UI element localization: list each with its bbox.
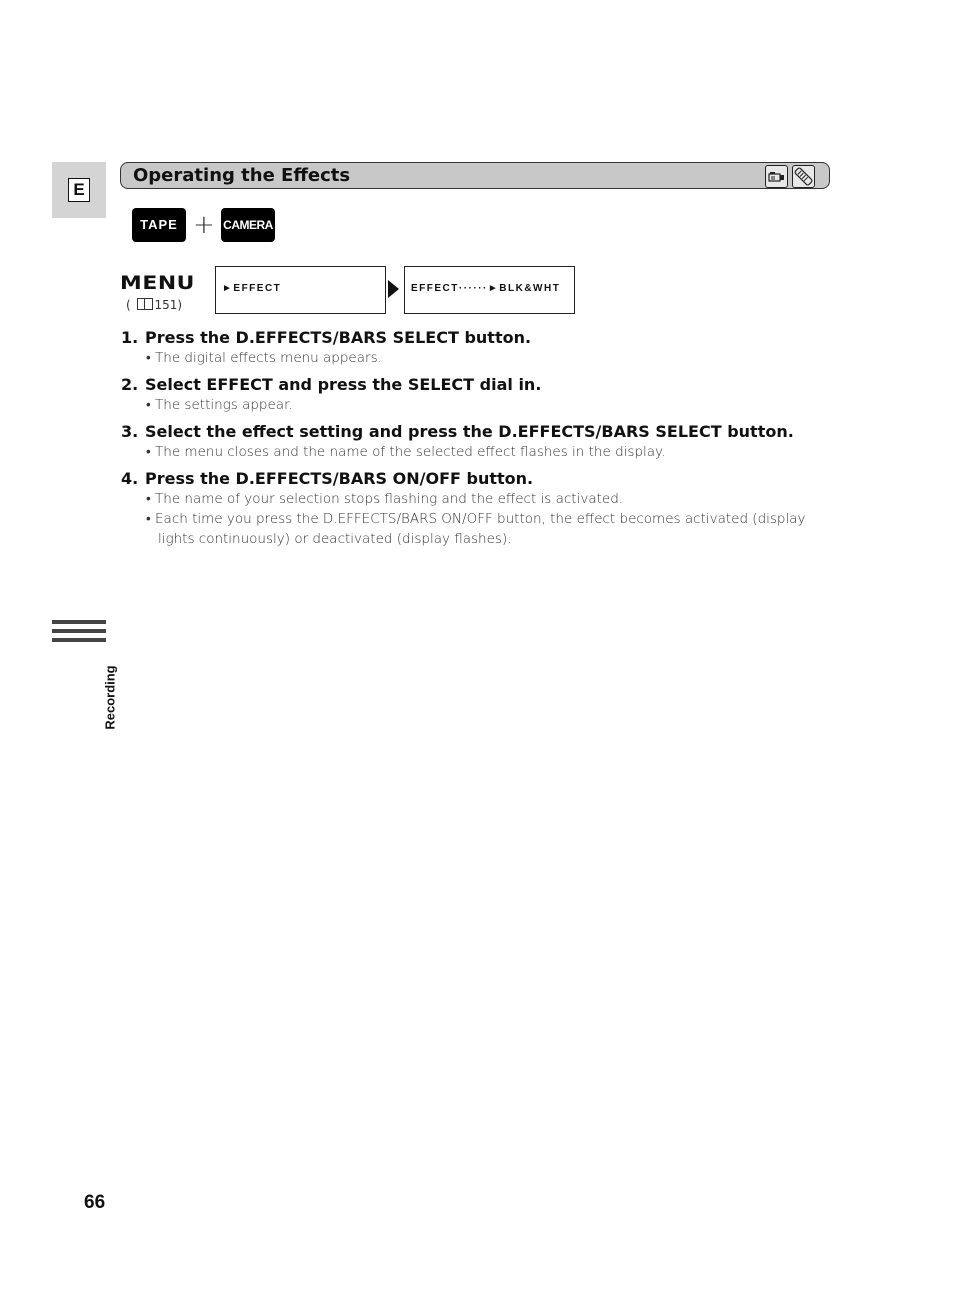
tape-mode-badge: TAPE [132, 208, 186, 242]
step-number: 1. [121, 328, 139, 347]
step-text: Press the D.EFFECTS/BARS SELECT button. [145, 328, 532, 347]
chapter-bar [52, 620, 106, 624]
section-title-bar: Operating the Effects [120, 162, 830, 189]
remote-control-icon [792, 165, 815, 188]
menu-label: MENU [120, 272, 196, 294]
bullet-text: Each time you press the D.EFFECTS/BARS O… [155, 511, 806, 547]
step-number: 3. [121, 422, 139, 441]
step-heading: 4. Press the D.EFFECTS/BARS ON/OFF button… [121, 469, 821, 489]
step-bullet: • The digital effects menu appears. [146, 350, 382, 366]
step-number: 2. [121, 375, 139, 394]
step-number: 4. [121, 469, 139, 488]
bullet-text: The name of your selection stops flashin… [155, 491, 624, 507]
step-4: 4. Press the D.EFFECTS/BARS ON/OFF button… [121, 469, 821, 549]
section-title: Operating the Effects [133, 165, 351, 186]
bullet-text: The settings appear. [155, 397, 293, 413]
page-number: 66 [84, 1192, 106, 1213]
menu-page-reference: ( 151) [126, 298, 182, 312]
arrow-right-icon [388, 280, 399, 298]
step-bullet: • Each time you press the D.EFFECTS/BARS… [146, 511, 806, 547]
chapter-bar [52, 629, 106, 633]
step-heading: 2. Select EFFECT and press the SELECT dia… [121, 375, 821, 395]
plus-sign: + [193, 210, 215, 240]
camcorder-icon [765, 165, 788, 188]
ref-page-number: 151) [154, 298, 183, 312]
book-icon [136, 298, 153, 310]
step-heading: 1. Press the D.EFFECTS/BARS SELECT button… [121, 328, 821, 348]
menu-screen-2: EFFECT······►BLK&WHT [404, 266, 575, 314]
camera-mode-badge: CAMERA [221, 208, 275, 242]
step-1: 1. Press the D.EFFECTS/BARS SELECT button… [121, 328, 821, 368]
menu-screen-1-text: ►EFFECT [222, 283, 282, 294]
step-bullet: • The menu closes and the name of the se… [146, 444, 666, 460]
steps-list: 1. Press the D.EFFECTS/BARS SELECT button… [121, 328, 821, 556]
chapter-marker [52, 620, 106, 647]
step-text: Select EFFECT and press the SELECT dial … [145, 375, 542, 394]
step-3: 3. Select the effect setting and press th… [121, 422, 821, 462]
step-bullet: • The name of your selection stops flash… [146, 491, 624, 507]
bullet-text: The digital effects menu appears. [155, 350, 382, 366]
ref-open-paren: ( [126, 298, 131, 312]
menu-screen-1: ►EFFECT [215, 266, 386, 314]
chapter-label: Recording [102, 665, 118, 730]
language-code: E [68, 178, 90, 202]
chapter-bar [52, 638, 106, 642]
bullet-text: The menu closes and the name of the sele… [155, 444, 666, 460]
step-heading: 3. Select the effect setting and press th… [121, 422, 821, 442]
step-text: Select the effect setting and press the … [145, 422, 794, 441]
language-tab: E [52, 162, 106, 218]
step-bullet: • The settings appear. [146, 397, 293, 413]
menu-screen-2-text: EFFECT······►BLK&WHT [411, 283, 561, 294]
step-2: 2. Select EFFECT and press the SELECT dia… [121, 375, 821, 415]
step-text: Press the D.EFFECTS/BARS ON/OFF button. [145, 469, 534, 488]
